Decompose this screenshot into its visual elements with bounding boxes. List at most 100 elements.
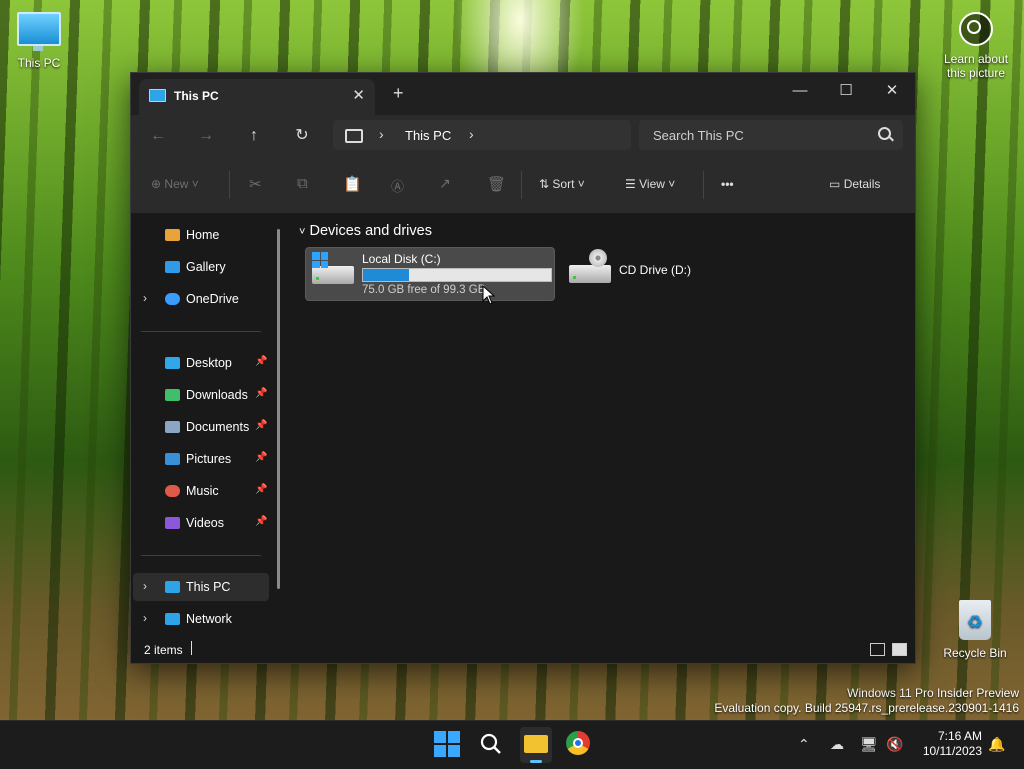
onedrive-icon <box>165 293 180 305</box>
drive-usage-bar <box>362 268 552 282</box>
chevron-down-icon: ˅ <box>191 177 199 191</box>
cut-button[interactable]: ✂ <box>249 175 262 193</box>
drive-local-disk-c[interactable]: Local Disk (C:) 75.0 GB free of 99.3 GB <box>305 247 555 301</box>
sort-icon: ⇅ <box>539 177 550 191</box>
sort-label: Sort <box>552 177 575 191</box>
paste-button[interactable]: 📋 <box>343 175 362 193</box>
start-icon[interactable] <box>434 731 460 757</box>
navigation-pane: Home Gallery › OneDrive Desktop 📌 Downlo… <box>131 213 289 633</box>
copy-icon: ⧉ <box>297 175 308 192</box>
group-header-label: Devices and drives <box>309 223 432 239</box>
item-count: 2 items <box>144 643 183 657</box>
drive-name: CD Drive (D:) <box>619 263 691 277</box>
address-bar[interactable]: › This PC › <box>333 120 631 150</box>
sidebar-scrollbar[interactable] <box>277 229 280 589</box>
desktop-this-pc-label: This PC <box>17 56 61 70</box>
refresh-button[interactable]: ↻ <box>289 125 315 147</box>
onedrive-tray-icon[interactable]: ☁ <box>830 736 844 753</box>
more-options-button[interactable]: ••• <box>721 177 734 191</box>
share-icon: ↗ <box>439 175 451 191</box>
tab-this-pc[interactable]: This PC ✕ <box>139 79 375 115</box>
sidebar-item-onedrive[interactable]: › OneDrive <box>133 285 269 313</box>
pin-icon: 📌 <box>255 484 268 495</box>
maximize-button[interactable]: ☐ <box>823 77 869 105</box>
rename-button[interactable]: Ⓐ <box>391 176 404 195</box>
sidebar-item-downloads[interactable]: Downloads 📌 <box>133 381 269 409</box>
this-pc-icon <box>149 89 166 102</box>
sidebar-item-home[interactable]: Home <box>133 221 269 249</box>
desktop-icon <box>165 357 180 369</box>
chevron-right-icon[interactable]: › <box>143 579 147 593</box>
chevron-right-icon[interactable]: › <box>143 611 147 625</box>
share-button[interactable]: ↗ <box>439 175 451 192</box>
breadcrumb[interactable]: This PC <box>405 128 451 143</box>
search-input[interactable]: Search This PC <box>639 120 903 150</box>
documents-icon <box>165 421 180 433</box>
sort-button[interactable]: ⇅ Sort ˅ <box>539 177 585 191</box>
search-icon[interactable] <box>478 731 504 757</box>
up-button[interactable]: ↑ <box>241 125 267 147</box>
status-bar: 2 items <box>131 633 915 663</box>
sidebar-divider <box>141 555 261 556</box>
new-button[interactable]: ⊕ New ˅ <box>151 177 199 191</box>
disc-icon <box>589 249 607 267</box>
show-hidden-icons-chevron-icon[interactable]: ⌃ <box>798 736 810 753</box>
drive-free-space: 75.0 GB free of 99.3 GB <box>362 284 486 296</box>
forward-button[interactable]: → <box>193 125 219 147</box>
toolbar-separator <box>229 171 230 199</box>
details-label: Details <box>843 177 881 191</box>
tab-close-button[interactable]: ✕ <box>352 86 365 104</box>
sidebar-item-pictures[interactable]: Pictures 📌 <box>133 445 269 473</box>
notification-bell-icon[interactable]: 🔔 <box>988 736 1005 753</box>
drive-cd-d[interactable]: CD Drive (D:) <box>563 247 723 299</box>
sidebar-item-label: Desktop <box>186 356 232 370</box>
windows-logo-icon <box>312 252 328 268</box>
file-explorer-taskbar-button[interactable] <box>520 727 552 763</box>
desktop-this-pc[interactable]: This PC <box>0 12 78 70</box>
minimize-button[interactable]: — <box>777 77 823 105</box>
view-button[interactable]: ☰ View ˅ <box>625 177 675 191</box>
eval-line-1: Windows 11 Pro Insider Preview <box>847 686 1019 700</box>
sidebar-item-desktop[interactable]: Desktop 📌 <box>133 349 269 377</box>
status-divider <box>191 641 192 655</box>
sidebar-item-gallery[interactable]: Gallery <box>133 253 269 281</box>
delete-button[interactable]: 🗑 <box>487 175 506 193</box>
large-icons-view-button[interactable] <box>892 643 907 656</box>
learn-about-picture[interactable]: Learn about this picture <box>936 12 1016 80</box>
toolbar-separator <box>703 171 704 199</box>
tab-title: This PC <box>174 89 219 103</box>
chevron-right-icon[interactable]: › <box>469 126 474 142</box>
pin-icon: 📌 <box>255 516 268 527</box>
volume-muted-icon[interactable]: 🔇 <box>886 736 903 753</box>
drive-usage-fill <box>363 269 410 281</box>
chevron-down-icon: ˅ <box>577 177 585 191</box>
new-tab-button[interactable]: + <box>393 83 404 104</box>
sidebar-item-documents[interactable]: Documents 📌 <box>133 413 269 441</box>
chevron-right-icon[interactable]: › <box>143 291 147 305</box>
copy-button[interactable]: ⧉ <box>297 175 308 192</box>
monitor-icon <box>17 12 61 51</box>
sidebar-item-videos[interactable]: Videos 📌 <box>133 509 269 537</box>
sidebar-item-music[interactable]: Music 📌 <box>133 477 269 505</box>
sidebar-item-this-pc[interactable]: › This PC <box>133 573 269 601</box>
file-explorer-window: This PC ✕ + — ☐ ✕ ← → ↑ ↻ › This PC › Se… <box>130 72 916 664</box>
search-placeholder: Search This PC <box>653 128 744 143</box>
chevron-right-icon[interactable]: › <box>379 126 384 142</box>
pin-icon: 📌 <box>255 388 268 399</box>
chrome-icon[interactable] <box>566 731 592 757</box>
gallery-icon <box>165 261 180 273</box>
sidebar-item-label: Videos <box>186 516 224 530</box>
close-button[interactable]: ✕ <box>869 77 915 105</box>
network-tray-icon[interactable]: 🖥 <box>860 736 878 753</box>
network-icon <box>165 613 180 625</box>
back-button[interactable]: ← <box>145 125 171 147</box>
details-button[interactable]: ▭ Details <box>829 177 880 191</box>
recycle-bin-icon: ♻ <box>959 600 991 640</box>
recycle-bin-label: Recycle Bin <box>943 646 1007 660</box>
group-header[interactable]: ˅ Devices and drives <box>299 223 432 239</box>
desktop-recycle-bin[interactable]: ♻ Recycle Bin <box>936 600 1014 660</box>
clock[interactable]: 7:16 AM 10/11/2023 <box>914 729 982 759</box>
music-icon <box>165 485 180 497</box>
sidebar-item-network[interactable]: › Network <box>133 605 269 633</box>
details-view-button[interactable] <box>870 643 885 656</box>
